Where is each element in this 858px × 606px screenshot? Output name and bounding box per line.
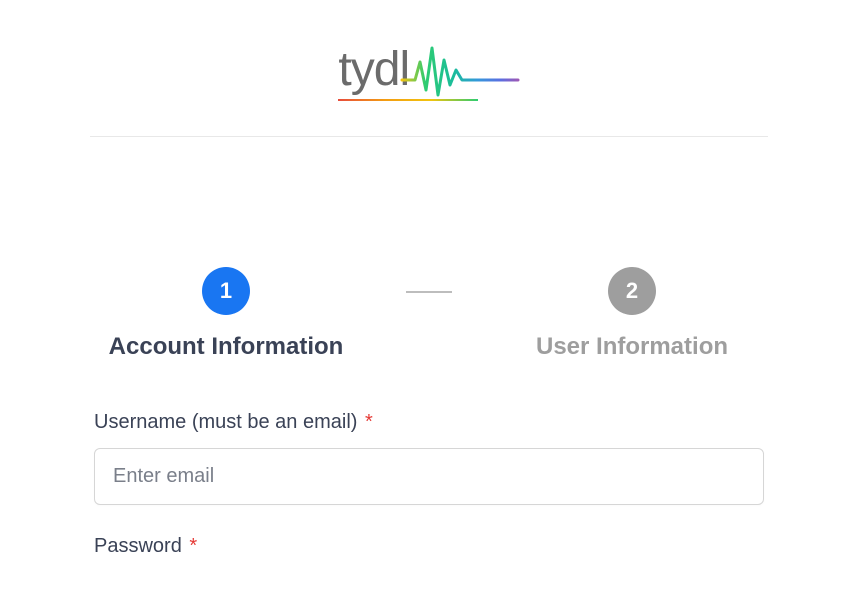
logo-text: tydl: [338, 43, 409, 96]
username-input[interactable]: [94, 448, 764, 505]
header-divider: [90, 136, 768, 137]
logo-wave-icon: [400, 40, 520, 105]
username-group: Username (must be an email) *: [94, 411, 764, 505]
step-account-information[interactable]: 1 Account Information: [86, 267, 366, 361]
password-label: Password *: [94, 535, 764, 558]
step-connector: [406, 291, 452, 293]
step-title: User Information: [536, 333, 728, 361]
form: Username (must be an email) * Password *: [94, 411, 764, 558]
logo: tydl: [338, 40, 519, 101]
username-label: Username (must be an email) *: [94, 411, 764, 434]
step-number: 2: [608, 267, 656, 315]
step-title: Account Information: [109, 333, 344, 361]
label-text: Username (must be an email): [94, 411, 357, 433]
password-group: Password *: [94, 535, 764, 558]
step-user-information[interactable]: 2 User Information: [492, 267, 772, 361]
required-star: *: [365, 411, 373, 433]
label-text: Password: [94, 535, 182, 557]
step-number: 1: [202, 267, 250, 315]
logo-area: tydl: [40, 0, 818, 136]
step-indicator: 1 Account Information 2 User Information: [40, 267, 818, 361]
required-star: *: [189, 535, 197, 557]
